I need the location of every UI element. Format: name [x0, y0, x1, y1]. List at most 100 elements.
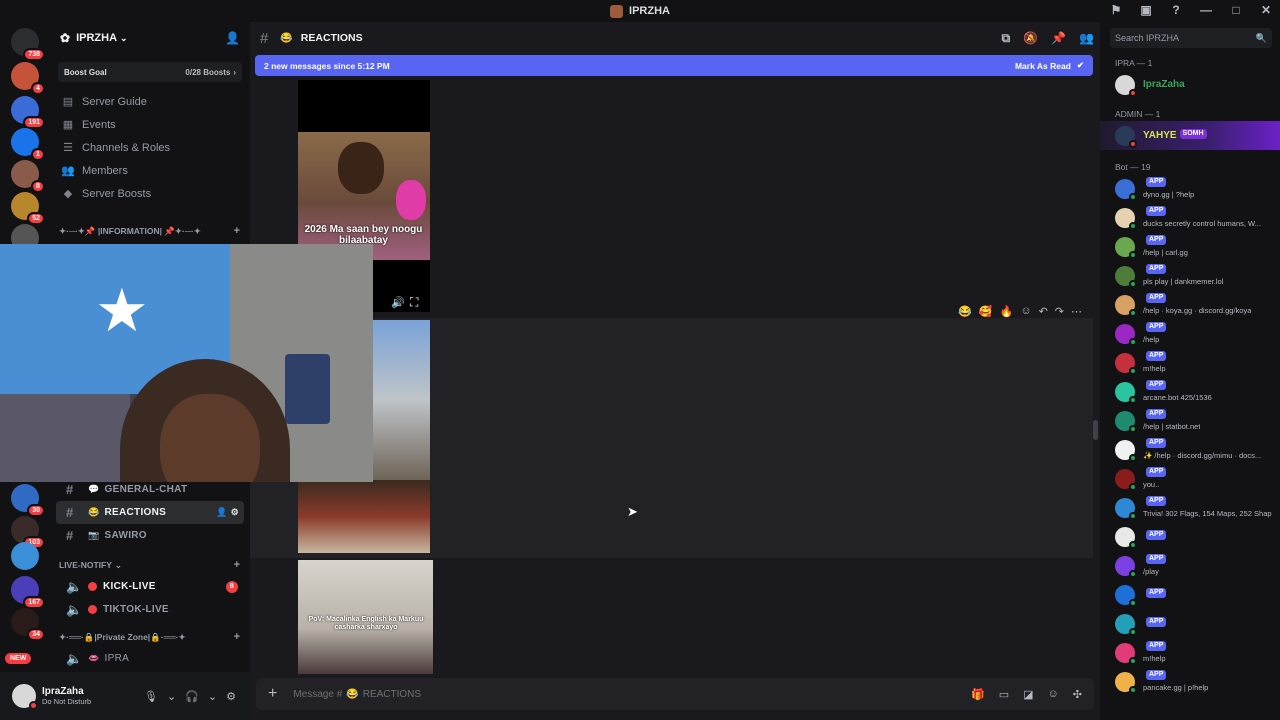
search-input[interactable]: Search IPRZHA 🔍 — [1110, 28, 1272, 48]
server-icon[interactable]: 191 — [11, 96, 45, 129]
member-bot[interactable]: APP/help · koya.gg · discord.gg/koya — [1100, 290, 1280, 319]
notification-icon[interactable]: 🔕 — [1023, 31, 1038, 46]
pin-icon[interactable]: 📌 — [1051, 31, 1066, 46]
member-ipra[interactable]: IpraZaha — [1100, 70, 1280, 99]
reaction-laugh-icon[interactable]: 😂 — [958, 305, 972, 318]
headphones-icon[interactable]: 🎧 — [185, 690, 199, 703]
server-icon[interactable]: 30 — [11, 484, 45, 517]
gif-icon[interactable]: ▭ — [999, 688, 1009, 701]
member-group-ipra: IPRA — 1 — [1115, 58, 1153, 68]
channel-kick-live[interactable]: 🔈 KICK-LIVE 8 — [56, 575, 244, 598]
server-icon[interactable]: 52 — [11, 192, 45, 225]
reply-icon[interactable]: ↶ — [1039, 305, 1048, 318]
message-input[interactable]: + Message # 😂 REACTIONS 🎁 ▭ ◪ ☺ ✣ — [256, 678, 1094, 710]
member-bot[interactable]: APP — [1100, 609, 1280, 638]
badge: 1 — [31, 148, 45, 161]
volume-icon[interactable]: 🔊 — [391, 296, 405, 309]
new-messages-bar[interactable]: 2 new messages since 5:12 PM Mark As Rea… — [255, 55, 1093, 76]
server-icon[interactable]: 103 — [11, 516, 45, 549]
settings-icon[interactable]: ⚙ — [226, 690, 236, 703]
server-icon[interactable]: 4 — [11, 62, 45, 95]
help-icon[interactable]: ? — [1168, 3, 1184, 17]
member-bot[interactable]: APP m!help — [1100, 348, 1280, 377]
member-admin[interactable]: YAHYE SOMH — [1100, 121, 1280, 150]
add-attachment-icon[interactable]: + — [268, 685, 277, 703]
nav-server-guide[interactable]: ▤ Server Guide — [50, 90, 250, 113]
member-bot[interactable]: APP/help | statbot.net — [1100, 406, 1280, 435]
channel-ipra[interactable]: 🔈 👄 IPRA — [56, 647, 244, 670]
direct-messages-button[interactable]: 738 — [11, 28, 45, 61]
microphone-icon[interactable]: 🎙 — [144, 690, 158, 703]
username: IpraZaha — [42, 686, 84, 697]
member-activity: arcane.bot 425/1536 — [1143, 392, 1212, 402]
member-bot[interactable]: APP/help — [1100, 319, 1280, 348]
chevron-down-icon[interactable]: ⌄ — [208, 690, 217, 703]
server-icon[interactable]: 167 — [11, 576, 45, 609]
member-bot[interactable]: APP arcane.bot 425/1536 — [1100, 377, 1280, 406]
member-bot[interactable]: APP — [1100, 580, 1280, 609]
member-bot[interactable]: APP ducks secretly control humans, W... — [1100, 203, 1280, 232]
member-activity: pls play | dankmemer.lol — [1143, 276, 1224, 286]
gift-icon[interactable]: 🎁 — [971, 688, 985, 701]
maximize-icon[interactable]: □ — [1228, 3, 1244, 17]
inbox-icon[interactable]: ⚑ — [1108, 3, 1124, 17]
nav-members[interactable]: 👥 Members — [50, 159, 250, 182]
member-bot[interactable]: APP Trivia! 302 Flags, 154 Maps, 252 Shap — [1100, 493, 1280, 522]
member-bot[interactable]: APP m!help — [1100, 638, 1280, 667]
chevron-down-icon[interactable]: ⌄ — [167, 690, 176, 703]
member-bot[interactable]: APP/help | carl.gg — [1100, 232, 1280, 261]
reaction-love-icon[interactable]: 🥰 — [979, 305, 993, 318]
sticker-icon[interactable]: ◪ — [1023, 688, 1033, 701]
member-bot[interactable]: APP pancake.gg | p!help — [1100, 667, 1280, 696]
hash-icon: # — [66, 505, 74, 520]
emoji-icon[interactable]: ☺ — [1048, 688, 1059, 701]
member-bot[interactable]: APP ✨ /help · discord.gg/mimu · docs... — [1100, 435, 1280, 464]
category-information[interactable]: ✦·─·✦📌 |INFORMATION| 📌✦·─·✦ + — [50, 221, 250, 241]
forward-icon[interactable]: ↷ — [1055, 305, 1064, 318]
server-icon[interactable]: 34 — [11, 608, 45, 641]
apps-icon[interactable]: ✣ — [1073, 688, 1082, 701]
member-list-icon[interactable]: 👥 — [1079, 31, 1094, 46]
category-private-zone[interactable]: ✦·══·🔒|Private Zone|🔒·══·✦ + — [50, 627, 250, 647]
invite-settings-icons[interactable]: 👤 ⚙ — [216, 507, 239, 518]
member-bot[interactable]: APP you.. — [1100, 464, 1280, 493]
nav-events[interactable]: ▦ Events — [50, 113, 250, 136]
channel-sawiro[interactable]: # 📷 SAWIRO — [56, 524, 244, 547]
nav-label: Server Guide — [82, 95, 147, 108]
channel-reactions[interactable]: # 😂 REACTIONS 👤 ⚙ — [56, 501, 244, 524]
server-icon[interactable]: 1 — [11, 128, 45, 161]
video-attachment[interactable]: PoV: Macalinka English ka Markuu cashark… — [298, 560, 433, 674]
invite-icon[interactable]: 👤 — [225, 31, 240, 45]
member-bot[interactable]: APP — [1100, 522, 1280, 551]
server-header[interactable]: ✿ IPRZHA ⌄ 👤 — [50, 22, 250, 54]
app-badge: APP — [1146, 617, 1167, 628]
category-live-notify[interactable]: LIVE-NOTIFY ⌄ + — [50, 555, 250, 575]
add-channel-icon[interactable]: + — [234, 631, 240, 643]
add-channel-icon[interactable]: + — [234, 225, 240, 237]
server-icon[interactable] — [11, 542, 39, 570]
add-channel-icon[interactable]: + — [234, 559, 240, 571]
avatar[interactable] — [12, 684, 38, 710]
reaction-fire-icon[interactable]: 🔥 — [1000, 305, 1014, 318]
channel-emoji: 📷 — [88, 530, 100, 540]
boost-goal[interactable]: Boost Goal 0/28 Boosts › — [58, 62, 242, 82]
scrollbar[interactable] — [1093, 420, 1098, 440]
minimize-icon[interactable]: — — [1198, 3, 1214, 17]
member-bot[interactable]: APP dyno.gg | ?help — [1100, 174, 1280, 203]
member-bot[interactable]: APP/play — [1100, 551, 1280, 580]
nav-channels-roles[interactable]: ☰ Channels & Roles — [50, 136, 250, 159]
badge: 4 — [31, 82, 45, 95]
server-icon[interactable]: 8 — [11, 160, 45, 193]
fullscreen-icon[interactable]: ⛶ — [410, 295, 418, 310]
close-icon[interactable]: ✕ — [1258, 3, 1274, 17]
members-icon: 👥 — [61, 165, 75, 177]
avatar — [1115, 236, 1137, 259]
nav-server-boosts[interactable]: ◆ Server Boosts — [50, 182, 250, 205]
mark-as-read-button[interactable]: Mark As Read — [1015, 61, 1071, 71]
channel-tiktok-live[interactable]: 🔈 TIKTOK-LIVE — [56, 598, 244, 621]
window-icon[interactable]: ▣ — [1138, 3, 1154, 17]
more-icon[interactable]: ⋯ — [1071, 305, 1082, 318]
add-reaction-icon[interactable]: ☺ — [1020, 305, 1031, 318]
threads-icon[interactable]: ⧉ — [1002, 31, 1011, 46]
member-bot[interactable]: APP pls play | dankmemer.lol — [1100, 261, 1280, 290]
